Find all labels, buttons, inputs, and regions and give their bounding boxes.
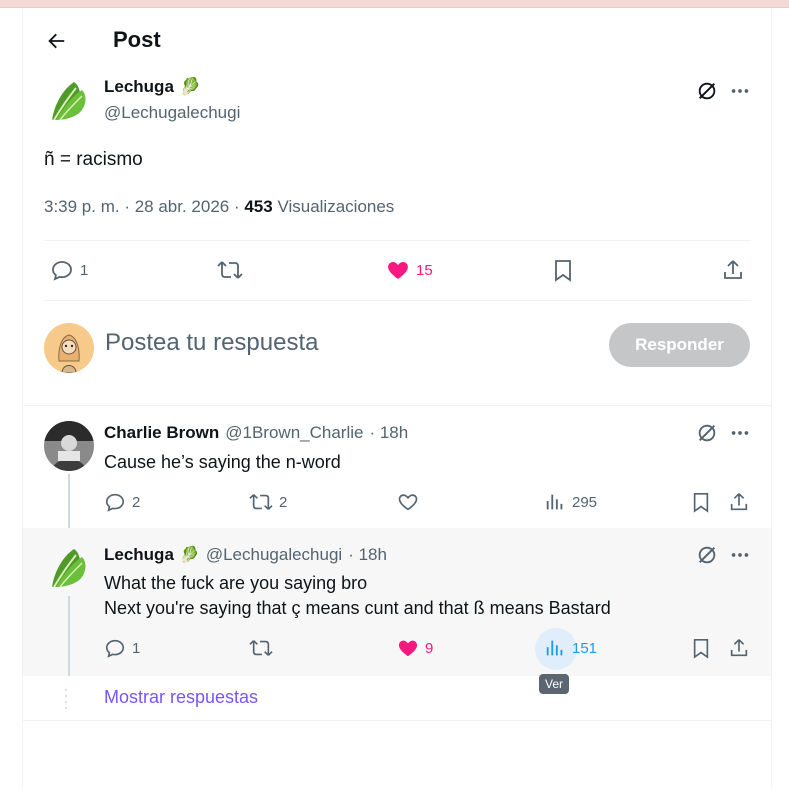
divider xyxy=(44,240,751,241)
reply-count: 1 xyxy=(80,261,89,279)
reply-author-handle[interactable]: @1Brown_Charlie xyxy=(225,423,363,443)
share-icon xyxy=(730,639,748,657)
bookmark-icon xyxy=(693,493,709,513)
my-avatar[interactable] xyxy=(44,323,94,373)
views-action[interactable]: 151 xyxy=(544,637,597,659)
user-avatar-icon xyxy=(44,421,94,471)
post-timestamp[interactable]: 3:39 p. m. · 28 abr. 2026 · xyxy=(44,197,244,216)
reply-icon xyxy=(52,261,72,281)
reply-text-line-1: What the fuck are you saying bro xyxy=(104,573,368,593)
back-button[interactable] xyxy=(43,28,69,54)
divider xyxy=(23,720,771,721)
views-action[interactable]: 295 xyxy=(544,491,597,513)
reply-action[interactable]: 1 xyxy=(50,258,88,282)
share-action[interactable] xyxy=(728,491,750,513)
reply-count: 1 xyxy=(132,639,141,657)
like-count: 9 xyxy=(425,639,434,657)
more-options-button[interactable] xyxy=(729,544,751,571)
bookmark-icon xyxy=(693,639,709,659)
thread-line xyxy=(68,596,70,676)
post-column: Post Lechuga 🥬 @Lechugalechugi ñ = racis… xyxy=(22,8,772,789)
grok-button[interactable] xyxy=(696,422,718,449)
heart-icon xyxy=(398,494,418,511)
reply-time[interactable]: · 18h xyxy=(369,423,408,443)
views-count: 151 xyxy=(572,639,598,657)
reply-count: 2 xyxy=(132,493,141,511)
divider xyxy=(23,405,771,406)
respond-button[interactable]: Responder xyxy=(609,323,750,367)
reply-author-name[interactable]: Charlie Brown xyxy=(104,423,219,443)
reply-header: Charlie Brown @1Brown_Charlie · 18h xyxy=(104,423,408,443)
browser-top-strip xyxy=(0,0,789,8)
repost-action[interactable] xyxy=(249,637,273,659)
thread-line xyxy=(68,474,70,530)
share-icon xyxy=(724,260,742,279)
page-title: Post xyxy=(113,27,161,52)
show-replies-link[interactable]: Mostrar respuestas xyxy=(104,687,258,708)
more-options-button[interactable] xyxy=(729,80,751,107)
heart-filled-icon xyxy=(398,640,418,657)
more-options-button[interactable] xyxy=(729,422,751,449)
bookmark-icon xyxy=(555,260,571,282)
grok-icon xyxy=(698,82,716,100)
like-action[interactable]: 9 xyxy=(397,637,433,659)
author-name[interactable]: Lechuga xyxy=(104,77,174,97)
post-meta: 3:39 p. m. · 28 abr. 2026 · 453 Visualiz… xyxy=(44,197,394,217)
repost-icon xyxy=(249,494,273,510)
reply-action[interactable]: 2 xyxy=(104,491,140,513)
reply-header: Lechuga 🥬 @Lechugalechugi · 18h xyxy=(104,545,387,565)
repost-icon xyxy=(217,261,243,279)
repost-action[interactable]: 2 xyxy=(249,491,287,513)
share-action[interactable] xyxy=(728,637,750,659)
reply-text: Cause he’s saying the n-word xyxy=(104,452,341,472)
bar-chart-icon xyxy=(546,494,563,510)
arrow-left-icon xyxy=(48,33,65,49)
avatar[interactable] xyxy=(44,76,94,126)
more-horizontal-icon xyxy=(731,431,749,435)
grok-icon xyxy=(698,424,716,442)
author-name-row: Lechuga 🥬 xyxy=(104,77,201,97)
more-horizontal-icon xyxy=(731,89,749,93)
grok-button[interactable] xyxy=(696,80,718,107)
reply-action[interactable]: 1 xyxy=(104,637,140,659)
user-avatar-icon xyxy=(44,323,94,373)
reply-icon xyxy=(105,493,125,512)
reply-input[interactable]: Postea tu respuesta xyxy=(105,329,318,357)
views-tooltip: Ver xyxy=(539,674,570,694)
bookmark-action[interactable] xyxy=(691,491,711,513)
repost-icon xyxy=(249,640,273,656)
reply-text-line-2: Next you're saying that ç means cunt and… xyxy=(104,598,611,618)
lettuce-avatar-icon xyxy=(52,549,86,588)
repost-count: 2 xyxy=(279,493,288,511)
lettuce-avatar-icon xyxy=(44,76,94,126)
lettuce-emoji: 🥬 xyxy=(179,547,200,564)
views-count: 453 xyxy=(244,197,273,216)
repost-action[interactable] xyxy=(217,258,243,282)
reply-author-handle[interactable]: @Lechugalechugi xyxy=(206,545,342,565)
heart-filled-icon xyxy=(388,262,408,279)
author-handle[interactable]: @Lechugalechugi xyxy=(104,103,240,123)
post-text: ñ = racismo xyxy=(44,149,143,170)
avatar[interactable] xyxy=(44,543,94,593)
grok-icon xyxy=(698,546,716,564)
more-horizontal-icon xyxy=(731,553,749,557)
reply-time[interactable]: · 18h xyxy=(348,545,387,565)
grok-button[interactable] xyxy=(696,544,718,571)
bookmark-action[interactable] xyxy=(552,258,574,282)
bar-chart-icon xyxy=(546,640,563,656)
reply-icon xyxy=(105,639,125,658)
like-action[interactable]: 15 xyxy=(386,258,433,282)
reply-author-name[interactable]: Lechuga xyxy=(104,545,174,565)
views-label: Visualizaciones xyxy=(272,197,395,216)
like-count: 15 xyxy=(416,261,433,279)
lettuce-emoji: 🥬 xyxy=(179,77,202,96)
thread-dots xyxy=(65,688,67,712)
avatar[interactable] xyxy=(44,421,94,471)
like-action[interactable] xyxy=(397,491,419,513)
share-icon xyxy=(730,493,748,511)
divider xyxy=(44,300,751,301)
bookmark-action[interactable] xyxy=(691,637,711,659)
views-count: 295 xyxy=(572,493,598,511)
share-action[interactable] xyxy=(721,258,745,282)
